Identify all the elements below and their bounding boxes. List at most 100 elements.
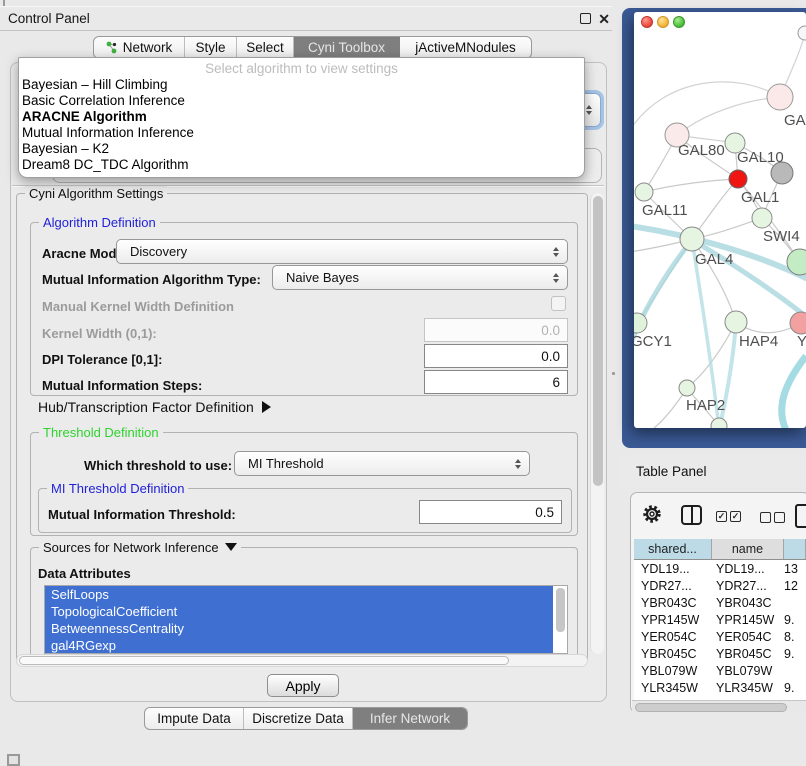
node-label-gal11: GAL11 xyxy=(642,202,688,219)
network-node[interactable] xyxy=(729,170,747,188)
network-edge[interactable] xyxy=(782,356,806,428)
table-row[interactable]: YLR345WYLR345W9. xyxy=(634,679,806,696)
hub-definition-expander[interactable]: Hub/Transcription Factor Definition xyxy=(38,399,271,415)
node-label-gal: GAL xyxy=(784,112,806,129)
window-close-button[interactable] xyxy=(641,16,653,28)
table-horizontal-scrollbar[interactable] xyxy=(632,700,806,713)
attribute-item-topologicalcoefficient[interactable]: TopologicalCoefficient xyxy=(45,603,553,620)
table-row[interactable]: YBR043CYBR043C xyxy=(634,594,806,611)
dropdown-item-mutual-information-inference[interactable]: Mutual Information Inference xyxy=(19,125,584,141)
network-view-window[interactable]: GALGAL80GAL10GAL11GAL1SWI4GAL4GCY1HAP4YH… xyxy=(634,12,806,428)
dropdown-item-basic-correlation-inference[interactable]: Basic Correlation Inference xyxy=(19,93,584,109)
settings-vertical-scrollbar[interactable] xyxy=(590,193,604,654)
tab-network[interactable]: Network xyxy=(94,37,185,58)
table-cell: YDL19... xyxy=(634,562,712,576)
network-node-hap4[interactable] xyxy=(725,311,747,333)
aracne-mode-combo[interactable]: Discovery xyxy=(116,239,568,264)
algorithm-dropdown-list: Bayesian – Hill ClimbingBasic Correlatio… xyxy=(19,77,584,173)
table-cell: YPR145W xyxy=(634,613,712,627)
mi-type-combo[interactable]: Naive Bayes xyxy=(272,265,568,290)
apply-button[interactable]: Apply xyxy=(267,674,339,697)
dropdown-item-dream8-dc-tdc-algorithm[interactable]: Dream8 DC_TDC Algorithm xyxy=(19,157,584,173)
network-node-gal1[interactable] xyxy=(752,208,772,228)
network-edge[interactable] xyxy=(634,82,780,130)
table-cell: YPR145W xyxy=(712,613,784,627)
mi-steps-field[interactable]: 6 xyxy=(424,370,568,394)
table-cell: 8. xyxy=(784,630,806,644)
select-all-columns-icon[interactable]: ✓✓ xyxy=(716,511,741,522)
table-row[interactable]: YDL19...YDL19...13 xyxy=(634,560,806,577)
tab-discretize-data[interactable]: Discretize Data xyxy=(244,708,353,729)
window-minimize-button[interactable] xyxy=(657,16,669,28)
network-edge[interactable] xyxy=(644,179,738,192)
tab-jactivemnodules[interactable]: jActiveMNodules xyxy=(400,37,531,58)
network-icon xyxy=(106,41,118,54)
gear-icon[interactable] xyxy=(641,503,663,525)
scrollbar-thumb[interactable] xyxy=(635,703,787,712)
tab-infer-network[interactable]: Infer Network xyxy=(353,708,467,729)
attribute-item-selfloops[interactable]: SelfLoops xyxy=(45,586,553,603)
scrollbar-thumb[interactable] xyxy=(19,656,509,665)
network-node-hap2[interactable] xyxy=(679,380,695,396)
expand-right-icon xyxy=(262,401,271,413)
column-header-shared[interactable]: shared... xyxy=(634,539,712,559)
network-node-gal4[interactable] xyxy=(680,227,704,251)
control-tabs: NetworkStyleSelectCyni ToolboxjActiveMNo… xyxy=(93,36,532,59)
attribute-item-betweennesscentrality[interactable]: BetweennessCentrality xyxy=(45,620,553,637)
splitter-handle[interactable] xyxy=(612,372,615,375)
table-cell: 9. xyxy=(784,681,806,695)
deselect-all-columns-icon[interactable] xyxy=(760,512,785,523)
table-cell: YER054C xyxy=(634,630,712,644)
columns-icon[interactable] xyxy=(681,505,702,525)
bottom-tabs: Impute DataDiscretize DataInfer Network xyxy=(144,707,468,730)
aracne-mode-value: Discovery xyxy=(130,244,187,259)
table-body[interactable]: YDL19...YDL19...13YDR27...YDR27...12YBR0… xyxy=(634,560,806,700)
table-row[interactable]: YBR045CYBR045C9. xyxy=(634,645,806,662)
table-row[interactable]: YER054CYER054C8. xyxy=(634,628,806,645)
close-panel-icon[interactable]: ✕ xyxy=(598,10,610,28)
table-panel-header: Table Panel xyxy=(618,455,806,487)
corner-button-fragment[interactable] xyxy=(7,754,20,766)
manual-kernel-checkbox[interactable] xyxy=(551,296,566,311)
network-canvas[interactable]: GALGAL80GAL10GAL11GAL1SWI4GAL4GCY1HAP4YH… xyxy=(634,12,806,428)
table-options-icon-fragment[interactable] xyxy=(795,504,806,528)
mi-threshold-field[interactable]: 0.5 xyxy=(419,500,562,524)
float-panel-icon[interactable] xyxy=(580,13,591,24)
tab-style[interactable]: Style xyxy=(185,37,237,58)
table-cell: YBR043C xyxy=(634,596,712,610)
tab-cyni-toolbox[interactable]: Cyni Toolbox xyxy=(294,37,400,58)
list-scrollbar[interactable] xyxy=(556,588,565,632)
settings-horizontal-scrollbar[interactable] xyxy=(16,654,588,667)
column-header-name[interactable]: name xyxy=(712,539,784,559)
table-row[interactable]: YPR145WYPR145W9. xyxy=(634,611,806,628)
combo-stepper-icon xyxy=(553,273,559,283)
network-node-gal11[interactable] xyxy=(635,183,653,201)
dropdown-item-aracne-algorithm[interactable]: ARACNE Algorithm xyxy=(19,109,584,125)
table-cell: YBR045C xyxy=(712,647,784,661)
tab-impute-data[interactable]: Impute Data xyxy=(145,708,244,729)
sources-collapser[interactable]: Sources for Network Inference xyxy=(39,540,241,555)
attribute-item-gal4rgexp[interactable]: gal4RGexp xyxy=(45,637,553,654)
table-cell: YBR043C xyxy=(712,596,784,610)
table-row[interactable]: YDR27...YDR27...12 xyxy=(634,577,806,594)
combo-stepper-icon xyxy=(515,459,521,469)
table-row[interactable]: YBL079WYBL079W xyxy=(634,662,806,679)
network-node-gal[interactable] xyxy=(767,84,793,110)
data-attributes-list[interactable]: SelfLoopsTopologicalCoefficientBetweenne… xyxy=(44,585,568,654)
tab-select[interactable]: Select xyxy=(237,37,294,58)
window-zoom-button[interactable] xyxy=(673,16,685,28)
mi-type-value: Naive Bayes xyxy=(286,270,359,285)
network-edge[interactable] xyxy=(677,97,780,135)
network-node[interactable] xyxy=(798,26,806,40)
which-threshold-value: MI Threshold xyxy=(248,456,324,471)
dropdown-item-bayesian-hill-climbing[interactable]: Bayesian – Hill Climbing xyxy=(19,77,584,93)
dropdown-item-bayesian-k2[interactable]: Bayesian – K2 xyxy=(19,141,584,157)
which-threshold-combo[interactable]: MI Threshold xyxy=(234,451,530,476)
dpi-tolerance-field[interactable]: 0.0 xyxy=(424,344,568,368)
table-cell: YDR27... xyxy=(712,579,784,593)
column-header-col2[interactable] xyxy=(784,539,806,559)
kernel-width-field[interactable]: 0.0 xyxy=(424,318,568,342)
scrollbar-thumb[interactable] xyxy=(593,196,603,486)
network-node[interactable] xyxy=(771,162,793,184)
network-node-y[interactable] xyxy=(790,312,806,334)
